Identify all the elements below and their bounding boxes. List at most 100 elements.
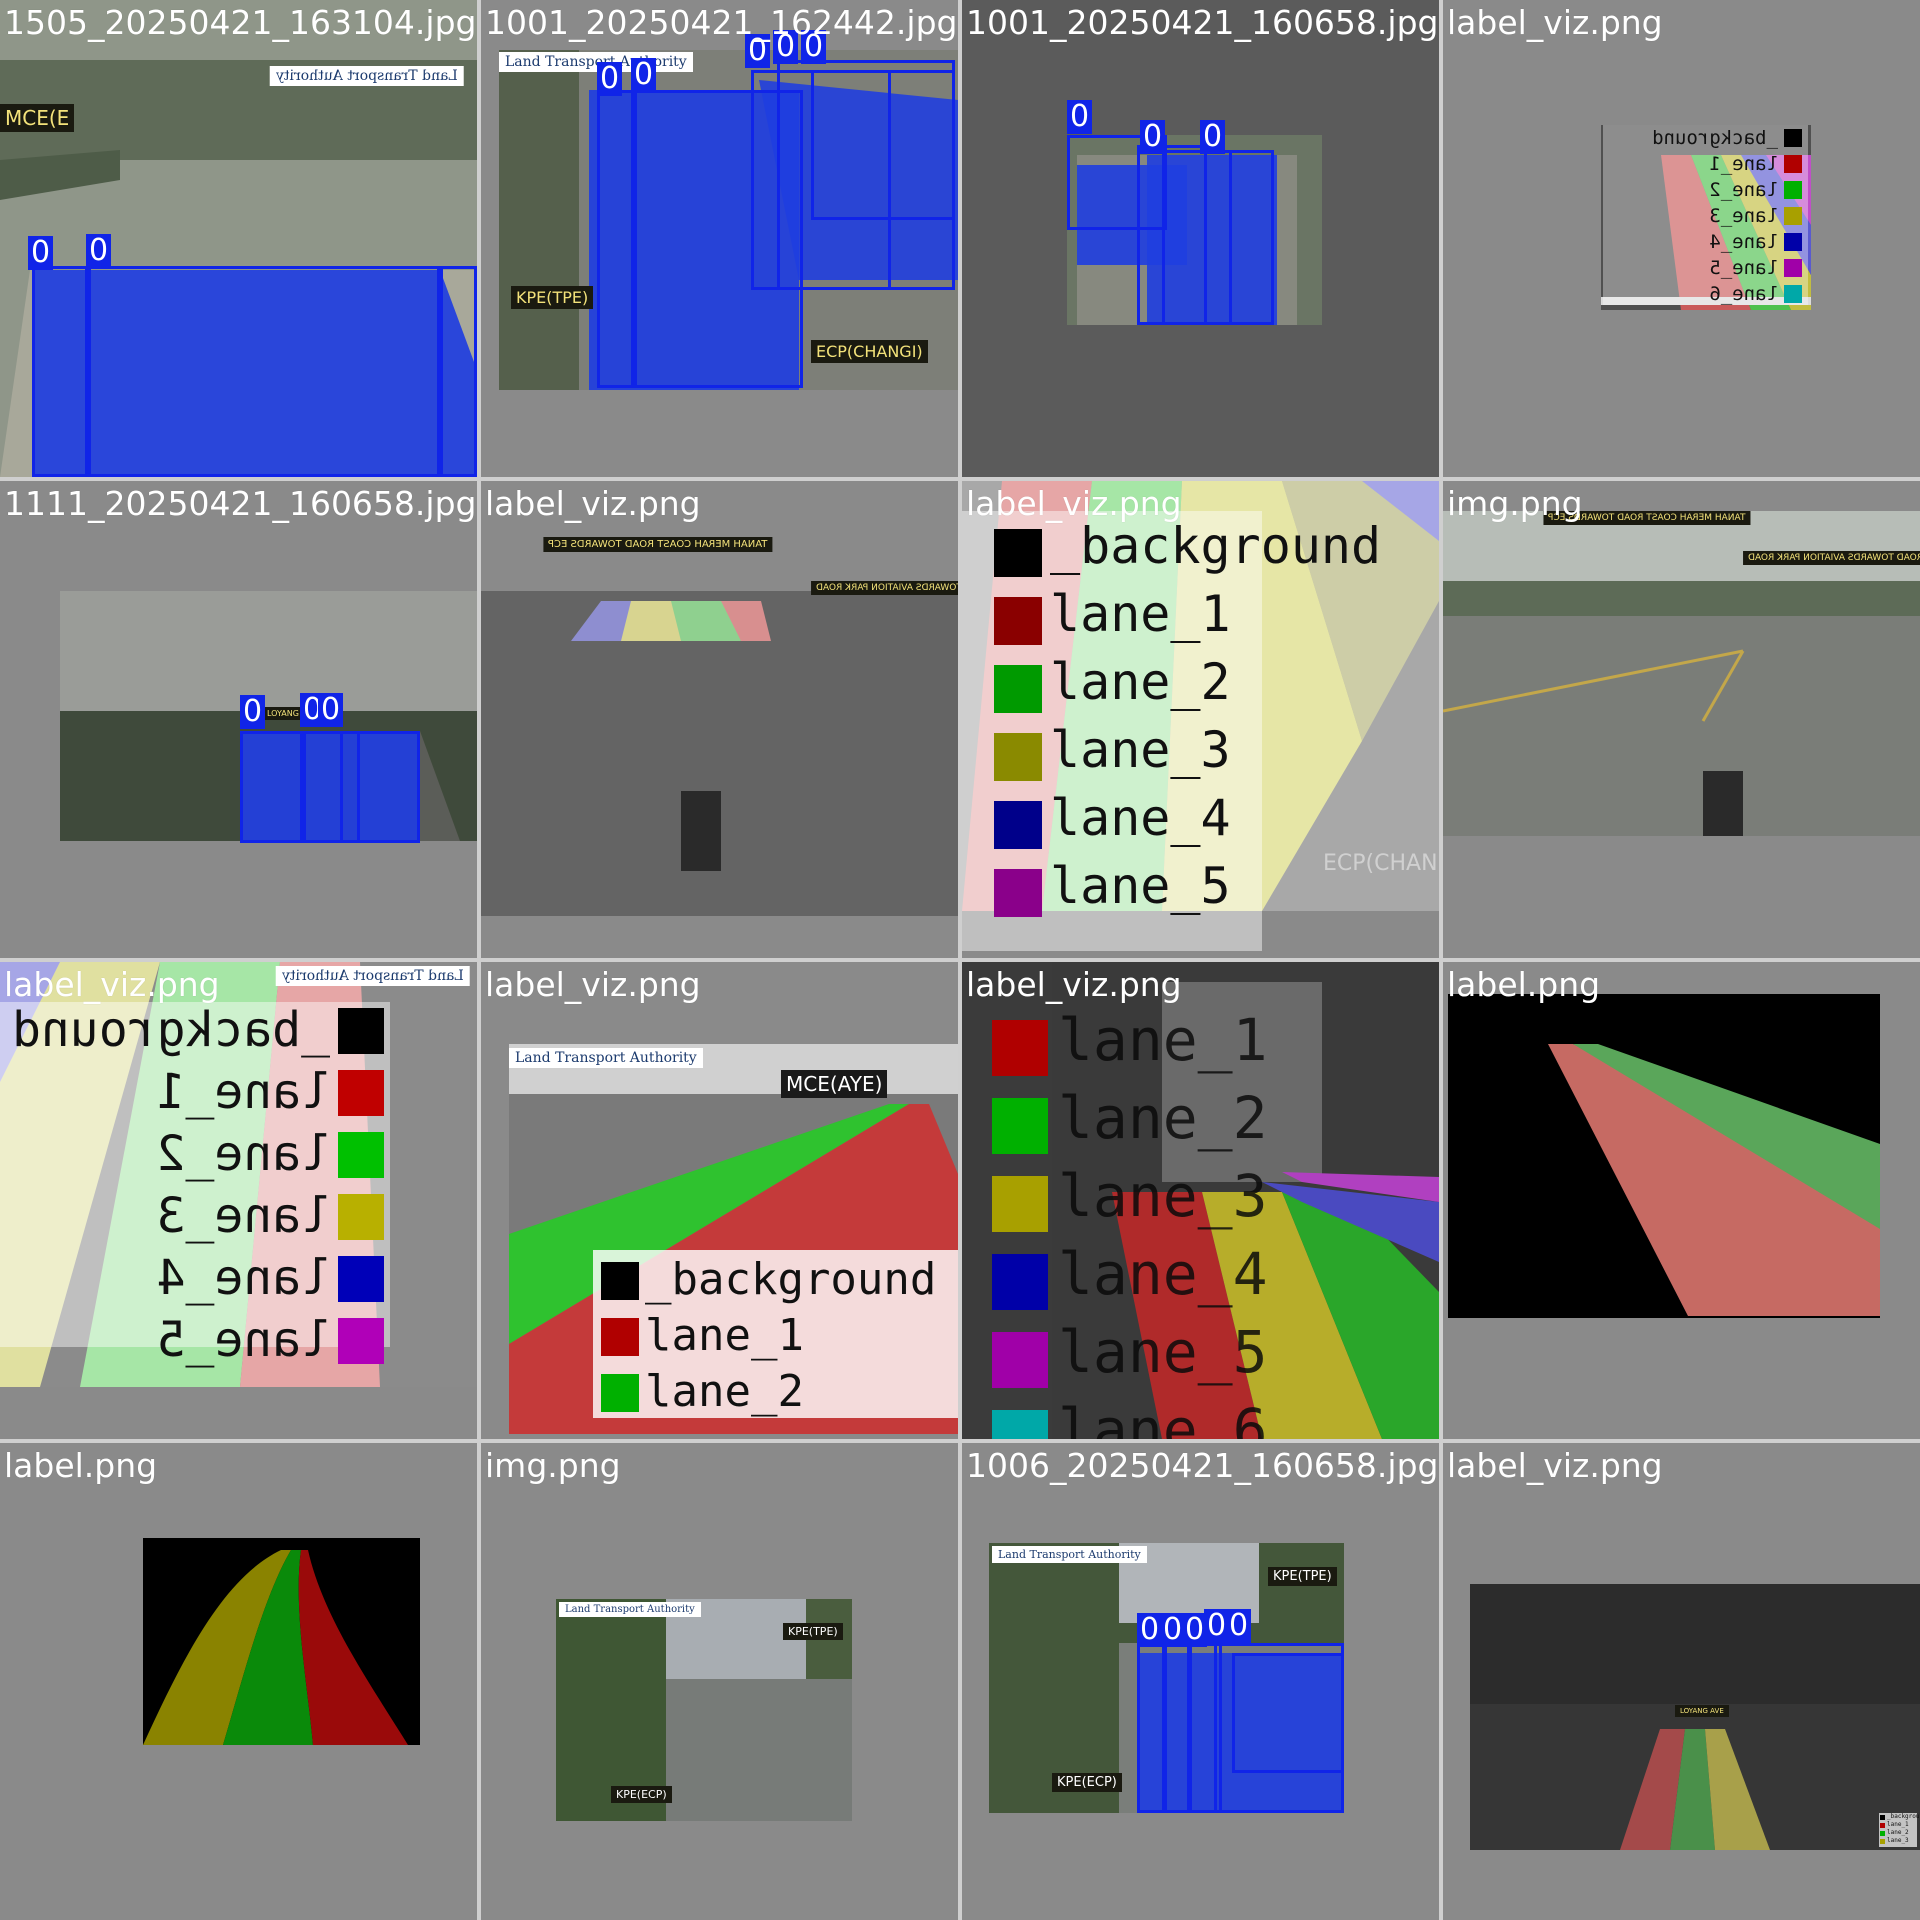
box-label: 0 [86, 234, 112, 268]
detection-box [240, 731, 306, 843]
lta-logo: Land Transport Authority [499, 52, 693, 72]
legend-label: lane_3 [1709, 205, 1778, 227]
legend-label: lane_5 [1709, 257, 1778, 279]
tile-label-2: label.png [0, 1443, 477, 1920]
legend-label: lane_2 [1887, 1829, 1909, 1836]
legend-swatch [601, 1374, 639, 1412]
box-label: 0 [1226, 1609, 1252, 1643]
sign-mce-aye: MCE(AYE) [781, 1070, 888, 1098]
sign-loyang: LOYANG AVE [1675, 1705, 1729, 1717]
tile-1111-160658: LOYANG AVE 0 0 0 1111_20250421_160658.jp… [0, 481, 477, 958]
tile-label-viz-3: _background lane_1 lane_2 lane_3 lane_4 … [962, 481, 1439, 958]
box-label: 0 [1140, 120, 1166, 154]
detection-box [88, 266, 440, 477]
tile-title: label_viz.png [485, 484, 701, 523]
legend-swatch [1784, 155, 1802, 173]
sign-kpe-ecp: KPE(ECP) [611, 1786, 672, 1803]
legend-swatch [1784, 181, 1802, 199]
box-label: 0 [631, 58, 657, 92]
legend-swatch [1784, 259, 1802, 277]
legend-label: lane_1 [1887, 1821, 1909, 1828]
detection-box [440, 266, 477, 477]
legend-label: lane_1 [156, 1064, 330, 1120]
tile-label-viz-6: lane_1 lane_2 lane_3 lane_4 lane_5 lane_… [962, 962, 1439, 1439]
box-label: 0 [1137, 1613, 1163, 1647]
tile-title: label.png [4, 1446, 158, 1485]
tile-label-viz-7: LOYANG AVE _background lane_1 lane_2 lan… [1443, 1443, 1920, 1920]
tile-title: label.png [1447, 965, 1601, 1004]
legend-label: lane_2 [1058, 1084, 1268, 1152]
lta-logo: Land Transport Authority [270, 66, 464, 86]
sign-ecp-chan: ECP(CHAN [1323, 851, 1438, 876]
box-label: 0 [597, 62, 623, 96]
legend-swatch [992, 1410, 1048, 1439]
sign-mce: MCE(E [0, 104, 75, 132]
legend-swatch [601, 1318, 639, 1356]
tile-title: 1001_20250421_162442.jpg [485, 3, 958, 42]
detection-box [32, 266, 88, 477]
sign-kpe-ecp: KPE(ECP) [1052, 1773, 1122, 1792]
legend-label: lane_5 [1058, 1318, 1268, 1386]
legend-swatch [1880, 1823, 1885, 1828]
sign-kpe-tpe: KPE(TPE) [1268, 1567, 1337, 1586]
lta-logo: Land Transport Authority [559, 1602, 701, 1617]
tile-1006-160658: Land Transport Authority KPE(TPE) KPE(EC… [962, 1443, 1439, 1920]
legend-swatch [338, 1256, 384, 1302]
legend-swatch [338, 1132, 384, 1178]
tile-title: label_viz.png [1447, 3, 1663, 42]
tile-title: img.png [485, 1446, 621, 1485]
legend: _background lane_1 lane_2 lane_3 lane_4 … [0, 1002, 390, 1368]
box-label: 0 [240, 695, 266, 729]
legend-label: lane_6 [1058, 1396, 1268, 1439]
detection-box [811, 70, 955, 220]
tile-label-viz-1: _background lane_1 lane_2 lane_3 lane_4 … [1443, 0, 1920, 477]
legend-swatch [994, 801, 1042, 849]
sign-kpe-tpe: KPE(TPE) [511, 286, 594, 309]
legend-swatch [1880, 1831, 1885, 1836]
sign-aviation: TANAH MERAH COAST ROAD TOWARDS AVIATION … [811, 581, 958, 595]
legend-swatch [1784, 285, 1802, 303]
legend-label: lane_4 [1709, 231, 1778, 253]
legend-swatch [992, 1332, 1048, 1388]
legend-swatch [994, 869, 1042, 917]
legend-label: lane_2 [156, 1126, 330, 1182]
label-mask [1448, 994, 1880, 1318]
legend-label: lane_1 [1058, 1006, 1268, 1074]
tile-label-viz-5: Land Transport Authority MCE(AYE) _backg… [481, 962, 958, 1439]
legend-swatch [992, 1020, 1048, 1076]
tile-title: 1505_20250421_163104.jpg [4, 3, 477, 42]
legend-label: lane_3 [1058, 1162, 1268, 1230]
legend-label: lane_4 [156, 1250, 330, 1306]
tile-1505-163104: MCE(E Land Transport Authority 0 0 1505_… [0, 0, 477, 477]
tile-title: label_viz.png [4, 965, 220, 1004]
tile-title: img.png [1447, 484, 1583, 523]
legend-swatch [1784, 233, 1802, 251]
legend-label: lane_1 [1050, 585, 1231, 643]
detection-box [340, 731, 420, 843]
legend: _background lane_1 lane_2 lane_3 [1879, 1813, 1920, 1847]
legend-label: _background [1652, 127, 1778, 149]
tile-title: label_viz.png [1447, 1446, 1663, 1485]
legend-label: lane_3 [1050, 721, 1231, 779]
box-label: 0 [1067, 100, 1093, 134]
tile-img-2: Land Transport Authority KPE(TPE) KPE(EC… [481, 1443, 958, 1920]
legend: _background lane_1 lane_2 lane_3 lane_4 … [1603, 125, 1808, 305]
detection-box [1232, 1653, 1344, 1773]
legend-label: lane_4 [1050, 789, 1231, 847]
legend-swatch [1880, 1839, 1885, 1844]
legend-label: _background [1887, 1813, 1920, 1820]
mosaic-grid: MCE(E Land Transport Authority 0 0 1505_… [0, 0, 1920, 1920]
legend-swatch [992, 1254, 1048, 1310]
legend-swatch [992, 1098, 1048, 1154]
legend-swatch [994, 529, 1042, 577]
label-mask [143, 1538, 420, 1745]
tile-title: 1006_20250421_160658.jpg [966, 1446, 1439, 1485]
legend-label: _background [645, 1254, 937, 1305]
legend-label: lane_4 [1058, 1240, 1268, 1308]
legend-label: _background [1050, 517, 1382, 575]
legend-swatch [601, 1262, 639, 1300]
box-label: 0 [28, 236, 54, 270]
legend-label: lane_1 [645, 1310, 804, 1361]
legend-label: lane_6 [1709, 283, 1778, 305]
legend: _background lane_1 lane_2 lane_3 lane_4 … [962, 511, 1381, 951]
